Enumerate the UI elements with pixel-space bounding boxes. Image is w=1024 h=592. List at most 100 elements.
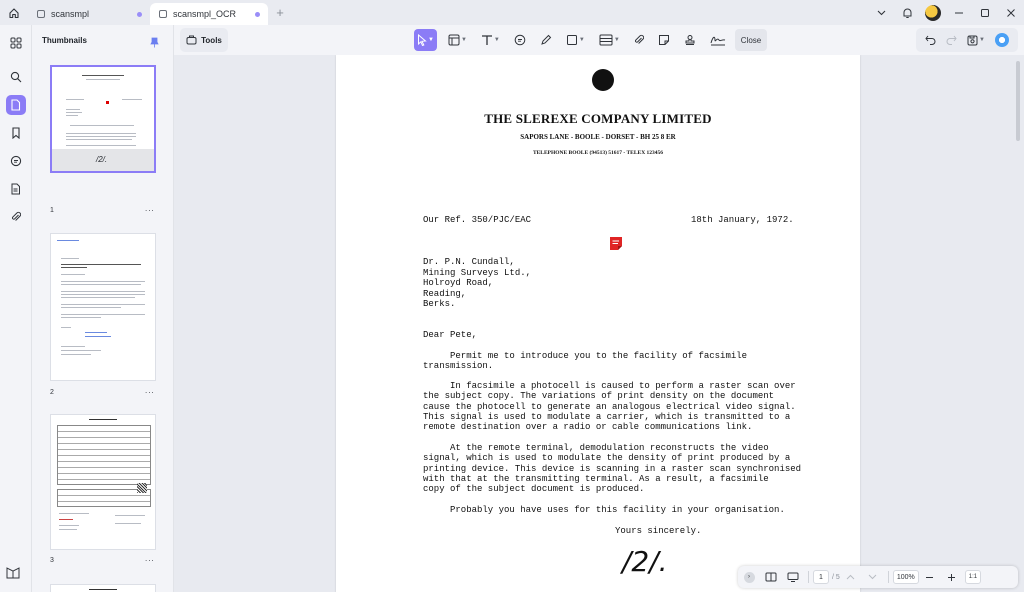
rail-thumbnails-button[interactable] [5, 95, 26, 115]
shape-tool-button[interactable]: ▼ [563, 29, 588, 51]
notification-button[interactable] [894, 0, 920, 25]
rail-product-button[interactable] [6, 566, 20, 584]
rail-bookmarks-button[interactable] [6, 123, 26, 143]
thumbnails-panel: Thumbnails /2/. 1 ... 2 ... 3 ... [32, 25, 174, 592]
dropdown-button[interactable] [868, 0, 894, 25]
left-rail [0, 25, 32, 592]
page-layout-button[interactable] [760, 566, 782, 588]
thumbnail-more-button[interactable]: ... [145, 554, 155, 563]
signature-icon [710, 36, 725, 46]
sticky-note-icon[interactable] [609, 236, 623, 251]
total-pages: / 5 [832, 573, 840, 581]
zoom-in-button[interactable] [941, 566, 963, 588]
rail-ocr-button[interactable] [6, 179, 26, 199]
panel-title: Thumbnails [42, 36, 87, 45]
presentation-button[interactable] [782, 566, 804, 588]
chevron-up-icon [846, 574, 855, 580]
collapse-bar-button[interactable]: › [738, 566, 760, 588]
body-paragraph: Probably you have uses for this facility… [423, 505, 785, 515]
page-navigation-bar: › 1 / 5 100% 1:1 [738, 566, 1018, 588]
ai-assistant-button[interactable] [992, 29, 1012, 51]
frame-tool-button[interactable]: ▼ [445, 29, 470, 51]
current-page-input[interactable]: 1 [813, 570, 829, 584]
stamp-tool-button[interactable] [681, 29, 699, 51]
vertical-scrollbar[interactable] [1016, 61, 1020, 141]
tab-scansmpl[interactable]: scansmpl [28, 3, 150, 25]
recipient-line: Dr. P.N. Cundall, [423, 257, 515, 267]
rail-comments-button[interactable] [6, 151, 26, 171]
bell-icon [903, 8, 911, 18]
pen-icon [541, 34, 552, 45]
chevron-down-icon: ▼ [578, 37, 585, 43]
recipient-line: Mining Surveys Ltd., [423, 267, 532, 278]
chevron-down-icon: ▼ [979, 37, 985, 43]
thumbnail-signature: /2/. [96, 155, 108, 164]
undo-button[interactable] [922, 29, 939, 51]
select-tool-button[interactable]: ▼ [414, 29, 437, 51]
thumbnail-page-4[interactable] [50, 584, 156, 592]
comment-tool-button[interactable] [511, 29, 529, 51]
zoom-out-button[interactable] [919, 566, 941, 588]
redact-tool-button[interactable]: ▼ [596, 29, 623, 51]
thumbnail-page-1[interactable]: /2/. [50, 65, 156, 173]
frame-icon [448, 34, 460, 46]
undo-icon [925, 35, 936, 45]
signature-tool-button[interactable] [707, 29, 729, 51]
pin-button[interactable] [150, 35, 159, 53]
body-line: with that at the transmitting terminal. … [423, 473, 769, 484]
redo-button[interactable] [943, 29, 960, 51]
tab-scansmpl-ocr[interactable]: scansmpl_OCR [150, 3, 268, 25]
page-icon [11, 99, 21, 111]
thumbnail-page-3[interactable] [50, 414, 156, 550]
cursor-icon [418, 34, 427, 46]
thumbnail-page-2[interactable] [50, 233, 156, 381]
document-icon [36, 9, 46, 19]
rail-organize-button[interactable] [6, 33, 26, 53]
comment-icon [10, 155, 21, 167]
attach-tool-button[interactable] [631, 29, 647, 51]
thumbnail-more-button[interactable]: ... [145, 204, 155, 213]
closing: Yours sincerely. [615, 526, 702, 536]
maximize-button[interactable] [972, 0, 998, 25]
grid-icon [10, 37, 21, 49]
close-icon [1007, 8, 1015, 17]
document-canvas[interactable]: THE SLEREXE COMPANY LIMITED SAPORS LANE … [174, 55, 1024, 592]
tools-button[interactable]: Tools [180, 28, 228, 52]
divider [808, 571, 809, 583]
next-page-button[interactable] [862, 566, 884, 588]
rail-attachments-button[interactable] [6, 207, 26, 227]
comment-icon [514, 34, 526, 46]
body-line: At the remote terminal, demodulation rec… [423, 443, 769, 453]
bookmark-icon [11, 127, 20, 139]
body-line: cause the photocell to generate an analo… [423, 401, 796, 412]
save-button[interactable]: ▼ [964, 29, 988, 51]
close-tools-button[interactable]: Close [734, 29, 768, 51]
chevron-down-icon: ▼ [493, 37, 500, 43]
paperclip-icon [634, 34, 644, 44]
text-tool-button[interactable]: ▼ [478, 29, 503, 51]
divider [887, 571, 889, 583]
actual-size-button[interactable]: 1:1 [964, 570, 982, 584]
previous-page-button[interactable] [840, 566, 862, 588]
thumbnail-page-number: 3 [50, 557, 54, 564]
maximize-icon [981, 8, 989, 17]
rail-search-button[interactable] [6, 67, 26, 87]
company-phone: TELEPHONE BOOLE (94513) 51617 - TELEX 12… [532, 150, 664, 156]
minus-icon [926, 576, 934, 578]
body-line: the subject copy. The variations of prin… [423, 391, 775, 402]
account-button[interactable] [920, 0, 946, 25]
new-tab-button[interactable]: + [268, 5, 292, 20]
minimize-button[interactable] [946, 0, 972, 25]
close-window-button[interactable] [998, 0, 1024, 25]
zoom-level-input[interactable]: 100% [892, 570, 919, 584]
chevron-down-icon: ▼ [613, 37, 620, 43]
reference: Our Ref. 350/PJC/EAC [423, 215, 532, 225]
sticker-tool-button[interactable] [655, 29, 673, 51]
home-button[interactable] [0, 0, 28, 25]
thumbnail-more-button[interactable]: ... [145, 386, 155, 395]
recipient-line: Berks. [423, 299, 456, 309]
scan-document-icon [11, 183, 20, 195]
highlight-tool-button[interactable] [537, 29, 555, 51]
chevron-down-icon: ▼ [428, 37, 434, 43]
unsaved-dot-icon [255, 11, 260, 17]
